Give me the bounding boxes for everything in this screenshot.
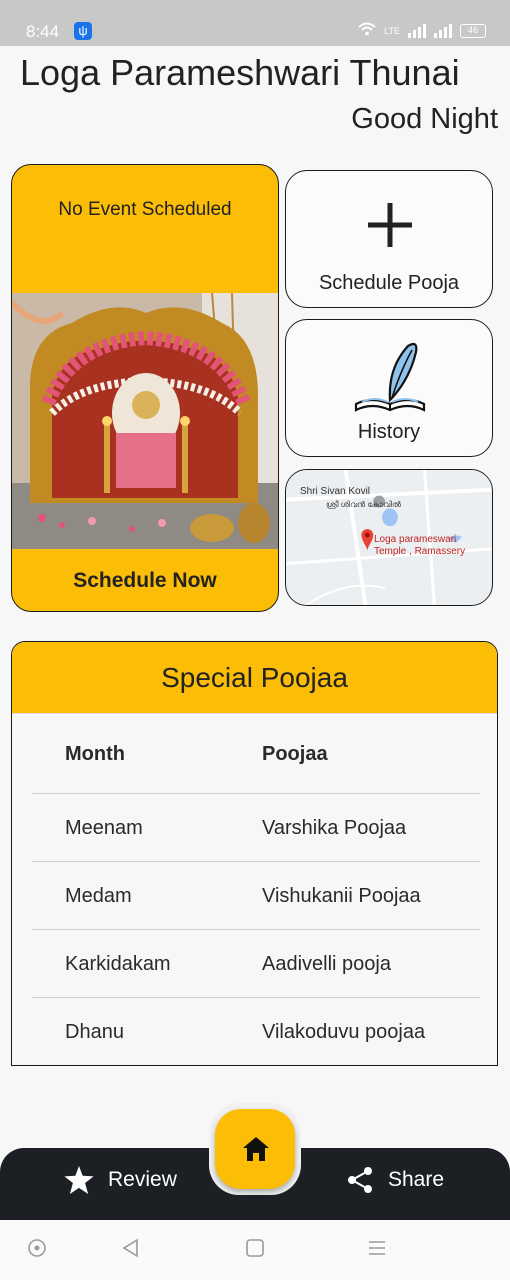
poojaa-cell: Vilakoduvu poojaa <box>262 1021 426 1043</box>
plus-icon <box>368 203 412 247</box>
event-status-text: No Event Scheduled <box>58 199 232 220</box>
wifi-icon <box>358 22 376 39</box>
map-place-local-label: ശ്രീ ശിവൻ കോവിൽ <box>326 500 401 509</box>
table-row: Karkidakam Aadivelli pooja <box>32 930 480 998</box>
status-icons: LTE 46 <box>358 22 486 39</box>
poojaa-cell: Aadivelli pooja <box>262 953 391 975</box>
menu-icon[interactable] <box>367 1238 387 1258</box>
home-icon <box>243 1137 269 1161</box>
quill-book-icon <box>354 342 426 412</box>
month-cell: Dhanu <box>65 1021 124 1043</box>
signal-icon-2 <box>434 23 452 38</box>
special-poojaa-title: Special Poojaa <box>12 642 497 714</box>
temple-deity-image <box>12 292 278 549</box>
network-type-label: LTE <box>384 25 400 36</box>
review-label: Review <box>108 1168 177 1191</box>
map-place-label: Shri Sivan Kovil <box>300 486 371 497</box>
system-navigation-bar <box>0 1220 510 1280</box>
event-card: No Event Scheduled Schedule Now <box>11 164 279 612</box>
app-title: Loga Parameshwari Thunai <box>20 52 460 93</box>
poojaa-cell: Varshika Poojaa <box>262 817 407 839</box>
table-row: Meenam Varshika Poojaa <box>32 794 480 862</box>
month-cell: Meenam <box>65 817 143 839</box>
map-temple-label-1: Loga parameswari <box>374 534 457 545</box>
schedule-pooja-label: Schedule Pooja <box>318 272 460 294</box>
month-cell: Karkidakam <box>65 953 171 975</box>
column-header-poojaa: Poojaa <box>262 743 328 765</box>
temple-photo-art <box>12 292 278 549</box>
back-icon[interactable] <box>121 1238 141 1258</box>
history-label: History <box>357 421 421 443</box>
table-row: Medam Vishukanii Poojaa <box>32 862 480 930</box>
schedule-pooja-tile[interactable]: Schedule Pooja <box>285 170 493 308</box>
recent-apps-icon[interactable] <box>245 1238 265 1258</box>
table-row: Dhanu Vilakoduvu poojaa <box>32 998 480 1065</box>
star-icon <box>64 1166 94 1194</box>
history-tile[interactable]: History <box>285 319 493 457</box>
poojaa-cell: Vishukanii Poojaa <box>262 885 421 907</box>
special-poojaa-card: Special Poojaa Month Poojaa Meenam Varsh… <box>11 641 498 1066</box>
schedule-now-button[interactable]: Schedule Now <box>12 569 278 593</box>
temple-map-tile[interactable]: Shri Sivan Kovil ശ്രീ ശിവൻ കോവിൽ Loga pa… <box>285 469 493 606</box>
status-bar: 8:44 ψ LTE 46 <box>0 0 510 46</box>
column-header-month: Month <box>65 743 125 765</box>
usb-icon: ψ <box>74 22 92 40</box>
greeting-text: Good Night <box>351 103 498 135</box>
signal-icon <box>408 23 426 38</box>
home-fab-container <box>209 1103 301 1195</box>
share-icon <box>348 1167 372 1193</box>
home-button[interactable] <box>215 1109 295 1189</box>
share-button[interactable]: Share <box>346 1166 444 1194</box>
status-time: 8:44 <box>26 22 60 41</box>
month-cell: Medam <box>65 885 132 907</box>
map-temple-label-2: Temple , Ramassery <box>374 546 466 557</box>
battery-icon: 46 <box>460 23 486 38</box>
share-label: Share <box>388 1168 445 1191</box>
table-header-row: Month Poojaa <box>32 714 480 794</box>
special-poojaa-table: Month Poojaa Meenam Varshika Poojaa Meda… <box>32 714 480 1065</box>
assistant-icon[interactable] <box>27 1238 47 1258</box>
review-button[interactable]: Review <box>64 1166 177 1194</box>
